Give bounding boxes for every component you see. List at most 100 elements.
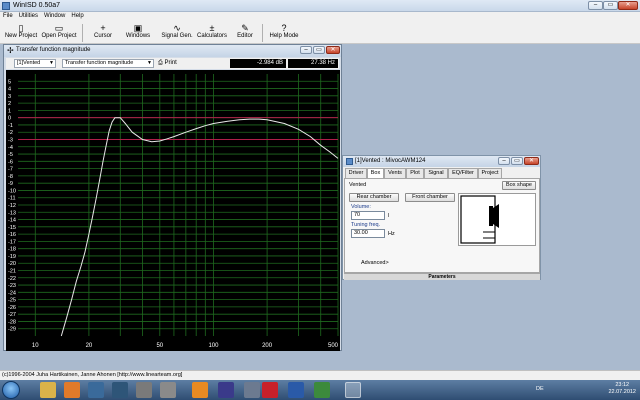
y-tick-label: -25 — [8, 298, 16, 304]
y-tick-label: -1 — [8, 123, 13, 129]
audio-icon[interactable] — [112, 382, 128, 398]
dialog-titlebar[interactable]: [1]Vented : MivocAWM124 – ▭ ✕ — [343, 156, 540, 167]
rear-chamber-button[interactable]: Rear chamber — [349, 193, 399, 202]
vlc-icon[interactable] — [64, 382, 80, 398]
advanced-link[interactable]: Advanced> — [361, 260, 389, 266]
clock-time: 23:12 — [615, 382, 630, 388]
dialog-icon — [346, 158, 353, 165]
image-icon[interactable] — [314, 382, 330, 398]
windows-label: Windows — [125, 33, 151, 39]
y-tick-label: -12 — [8, 203, 16, 209]
box-type-label: Vented — [349, 182, 367, 188]
tab-vents[interactable]: Vents — [384, 168, 406, 178]
graph-minimize-button[interactable]: – — [300, 46, 312, 54]
y-tick-label: -5 — [8, 152, 13, 158]
word-icon[interactable] — [288, 382, 304, 398]
start-button[interactable] — [2, 381, 20, 399]
box-diagram-svg — [460, 195, 499, 244]
print-button[interactable]: ⎙ Print — [158, 59, 177, 68]
graph-close-button[interactable]: ✕ — [326, 46, 340, 54]
tab-project[interactable]: Project — [478, 168, 502, 178]
y-tick-label: -24 — [8, 290, 16, 296]
new-project-button[interactable]: ▯ New Project — [4, 23, 38, 43]
taskbar: DE 23:12 22.07.2012 — [0, 380, 640, 400]
audio-icon[interactable] — [244, 382, 260, 398]
windows-button[interactable]: ▣ Windows — [124, 23, 152, 43]
windows-icon: ▣ — [133, 23, 143, 33]
transfer-function-chart[interactable]: 543210-1-2-3-4-5-6-7-8-9-10-11-12-13-14-… — [6, 70, 340, 351]
menu-bar: File Utilities Window Help — [0, 12, 640, 22]
pin-icon[interactable]: ✢ — [7, 46, 14, 55]
explorer-icon[interactable] — [40, 382, 56, 398]
pdf-icon[interactable] — [262, 382, 278, 398]
winisd-icon[interactable] — [345, 382, 361, 398]
tab-driver[interactable]: Driver — [345, 168, 367, 178]
y-tick-label: -16 — [8, 232, 16, 238]
chevron-down-icon: ▼ — [147, 60, 152, 66]
media-player-icon[interactable] — [88, 382, 104, 398]
parameters-strip[interactable]: Parameters — [344, 273, 540, 280]
y-tick-label: -11 — [8, 196, 16, 202]
toolbar-separator — [262, 24, 263, 42]
x-tick-label: 100 — [208, 343, 219, 349]
save-icon[interactable] — [218, 382, 234, 398]
language-indicator[interactable]: DE — [536, 386, 544, 392]
y-tick-label: -10 — [8, 188, 16, 194]
maximize-button[interactable]: ▭ — [603, 1, 618, 10]
app-icon — [2, 2, 10, 10]
y-tick-label: 2 — [8, 101, 11, 107]
minimize-button[interactable]: – — [588, 1, 603, 10]
menu-window[interactable]: Window — [41, 12, 68, 20]
tab-eq-filter[interactable]: EQ/Filter — [448, 168, 478, 178]
y-tick-label: -8 — [8, 174, 13, 180]
front-chamber-button[interactable]: Front chamber — [405, 193, 455, 202]
graph-window-titlebar[interactable]: ✢ Transfer function magnitude – ▭ ✕ — [4, 45, 341, 57]
y-tick-label: 5 — [8, 79, 11, 85]
open-project-icon: ▭ — [54, 23, 64, 33]
dialog-maximize-button[interactable]: ▭ — [511, 157, 523, 165]
y-tick-label: -21 — [8, 269, 16, 275]
volume-label: Volume: — [351, 204, 371, 210]
editor-button[interactable]: ✎ Editor — [234, 23, 256, 43]
dialog-title: [1]Vented : MivocAWM124 — [355, 158, 426, 164]
tab-signal[interactable]: Signal — [424, 168, 448, 178]
steam-icon[interactable] — [136, 382, 152, 398]
graph-type-select[interactable]: Transfer function magnitude ▼ — [62, 59, 154, 68]
firefox-icon[interactable] — [192, 382, 208, 398]
tuning-input[interactable]: 30.00 — [351, 229, 385, 238]
x-tick-label: 10 — [32, 343, 39, 349]
y-tick-label: -2 — [8, 130, 13, 136]
project-select[interactable]: [1]Vented ▼ — [14, 59, 56, 68]
help-icon: ? — [281, 23, 287, 33]
clock[interactable]: 23:12 22.07.2012 — [608, 382, 636, 396]
y-tick-label: -17 — [8, 239, 16, 245]
graph-type-value: Transfer function magnitude — [65, 60, 134, 66]
graph-area[interactable]: 5 4 3 2 1 0 -1 -2 -3 -4 -5 -6 -7 -8 -9 -10 -11 -12 -13 -14-… — [6, 70, 340, 351]
open-project-button[interactable]: ▭ Open Project — [40, 23, 78, 43]
signal-gen-button[interactable]: ∿ Signal Gen. — [160, 23, 194, 43]
calculators-button[interactable]: ± Calculators — [196, 23, 228, 43]
open-project-label: Open Project — [41, 33, 77, 39]
driver-magnet — [489, 206, 493, 226]
dialog-minimize-button[interactable]: – — [498, 157, 510, 165]
toolbar: ▯ New Project ▭ Open Project + Cursor ▣ … — [0, 22, 640, 44]
help-mode-button[interactable]: ? Help Mode — [268, 23, 300, 43]
y-tick-label: -13 — [8, 210, 16, 216]
y-tick-label: 4 — [8, 87, 11, 93]
box-shape-button[interactable]: Box shape — [502, 181, 536, 190]
dialog-close-button[interactable]: ✕ — [524, 157, 539, 165]
tuning-label: Tuning freq. — [351, 222, 381, 228]
print-label: Print — [164, 60, 177, 66]
menu-utilities[interactable]: Utilities — [16, 12, 41, 20]
tab-plot[interactable]: Plot — [406, 168, 424, 178]
menu-file[interactable]: File — [0, 12, 16, 20]
firefox-icon[interactable] — [160, 382, 176, 398]
volume-input[interactable]: 70 — [351, 211, 385, 220]
menu-help[interactable]: Help — [68, 12, 86, 20]
cursor-button[interactable]: + Cursor — [90, 23, 116, 43]
close-button[interactable]: ✕ — [618, 1, 638, 10]
graph-maximize-button[interactable]: ▭ — [313, 46, 325, 54]
chevron-down-icon: ▼ — [49, 60, 54, 66]
y-tick-label: -18 — [8, 247, 16, 253]
app-titlebar[interactable]: WinISD 0.50a7 – ▭ ✕ — [0, 0, 640, 12]
